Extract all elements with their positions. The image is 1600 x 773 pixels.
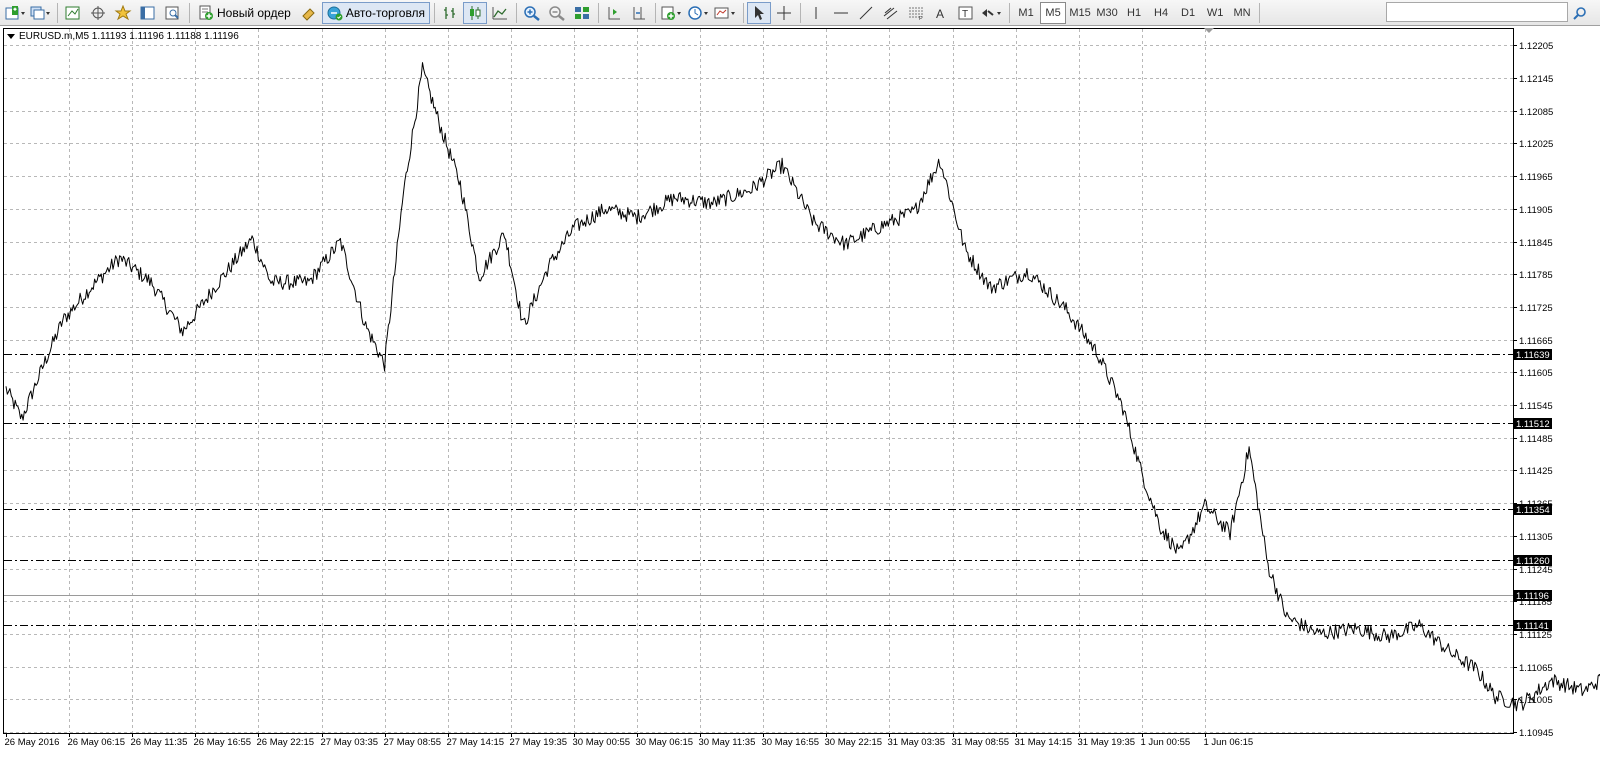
price-tick-label: 1.11245 <box>1519 565 1553 576</box>
time-tick-label: 31 May 03:35 <box>888 737 946 748</box>
price-tick-label: 1.11605 <box>1519 368 1553 379</box>
level-price-tag-text: 1.11512 <box>1516 419 1550 430</box>
time-tick-label: 31 May 19:35 <box>1078 737 1136 748</box>
price-tick-label: 1.11365 <box>1519 499 1553 510</box>
price-axis: 1.12205 1.12145 1.12085 1.12025 1.11965 1.119… <box>1513 41 1553 739</box>
chart-grid <box>4 29 1513 733</box>
time-tick-label: 27 May 14:15 <box>447 737 505 748</box>
time-tick-label: 26 May 11:35 <box>131 737 188 748</box>
chart-menu-triangle-icon[interactable] <box>7 34 15 39</box>
time-tick-label: 27 May 08:55 <box>384 737 442 748</box>
price-tick-label: 1.11665 <box>1519 336 1553 347</box>
price-tick-label: 1.12145 <box>1519 74 1553 85</box>
price-tick-label: 1.11425 <box>1519 466 1553 477</box>
time-tick-label: 30 May 00:55 <box>573 737 631 748</box>
level-price-tag-text: 1.11639 <box>1516 350 1550 361</box>
price-tick-label: 1.12025 <box>1519 139 1553 150</box>
time-tick-label: 26 May 06:15 <box>68 737 126 748</box>
price-tick-label: 1.10945 <box>1519 728 1553 739</box>
price-tick-label: 1.11005 <box>1519 695 1553 706</box>
horizontal-level-lines: 1.116391.115121.113541.112601.111411.111… <box>4 349 1552 632</box>
time-tick-label: 26 May 16:55 <box>194 737 252 748</box>
price-tick-label: 1.11725 <box>1519 303 1553 314</box>
price-tick-label: 1.11125 <box>1519 630 1552 641</box>
price-tick-label: 1.11185 <box>1519 597 1552 608</box>
price-line <box>5 62 1600 712</box>
price-tick-label: 1.11845 <box>1519 238 1553 249</box>
time-tick-label: 26 May 2016 <box>5 737 60 748</box>
chart-symbol-header: EURUSD.m,M5 1.11193 1.11196 1.11188 1.11… <box>7 31 239 42</box>
price-tick-label: 1.11485 <box>1519 434 1553 445</box>
time-tick-label: 27 May 03:35 <box>321 737 379 748</box>
price-chart: 1.116391.115121.113541.112601.111411.111… <box>4 29 1600 748</box>
price-tick-label: 1.11545 <box>1519 401 1553 412</box>
price-series <box>5 62 1600 712</box>
time-tick-label: 27 May 19:35 <box>510 737 568 748</box>
price-tick-label: 1.12205 <box>1519 41 1553 52</box>
price-tick-label: 1.11065 <box>1519 663 1553 674</box>
price-tick-label: 1.11905 <box>1519 205 1553 216</box>
time-tick-label: 30 May 06:15 <box>636 737 694 748</box>
price-tick-label: 1.11785 <box>1519 270 1553 281</box>
time-axis: 26 May 2016 26 May 06:15 26 May 11:35 26 Ma… <box>5 733 1254 748</box>
time-tick-label: 30 May 11:35 <box>699 737 756 748</box>
price-tick-label: 1.11965 <box>1519 172 1553 183</box>
time-tick-label: 31 May 08:55 <box>952 737 1010 748</box>
time-tick-label: 1 Jun 06:15 <box>1204 737 1254 748</box>
time-tick-label: 31 May 14:15 <box>1015 737 1073 748</box>
price-tick-label: 1.12085 <box>1519 107 1553 118</box>
time-tick-label: 30 May 16:55 <box>762 737 820 748</box>
time-tick-label: 1 Jun 00:55 <box>1141 737 1191 748</box>
symbol-quote-text: EURUSD.m,M5 1.11193 1.11196 1.11188 1.11… <box>19 31 239 42</box>
time-tick-label: 30 May 22:15 <box>825 737 883 748</box>
price-tick-label: 1.11305 <box>1519 532 1553 543</box>
time-tick-label: 26 May 22:15 <box>257 737 315 748</box>
